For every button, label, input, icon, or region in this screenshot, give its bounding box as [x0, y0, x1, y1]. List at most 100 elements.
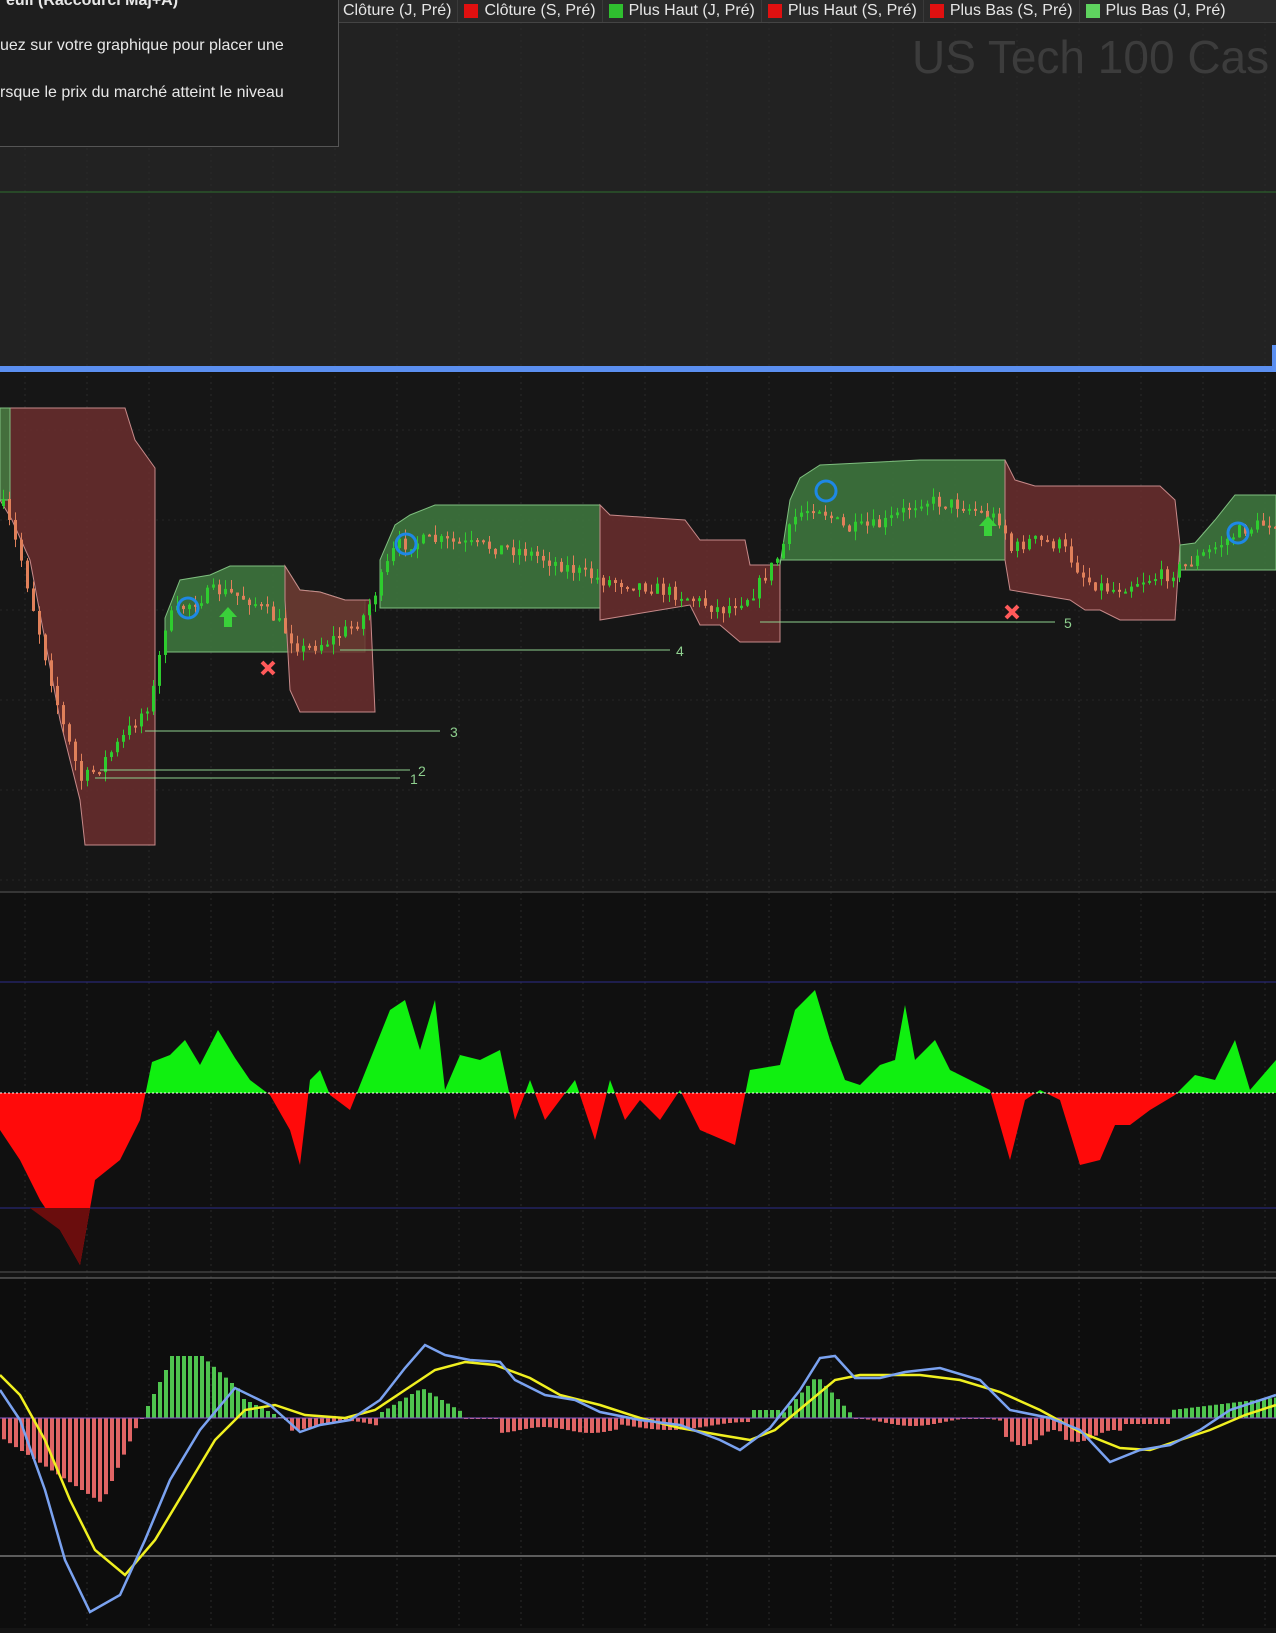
candle-body — [968, 508, 971, 511]
candle-body — [626, 587, 629, 590]
chart-canvas[interactable]: 1 2 3 4 5 — [0, 0, 1276, 1628]
candle-body — [644, 583, 647, 592]
candle-body — [734, 606, 737, 609]
macd-histogram-bar — [122, 1418, 126, 1455]
legend-item-close-day[interactable]: Clôture (J, Pré) — [336, 0, 457, 22]
legend-label: Clôture (S, Pré) — [484, 2, 596, 19]
macd-histogram-bar — [1178, 1409, 1182, 1418]
tooltip-line-2: rsque le prix du marché atteint le nivea… — [0, 84, 284, 101]
candle-body — [368, 604, 371, 616]
macd-histogram-bar — [728, 1418, 732, 1424]
macd-histogram-bar — [614, 1418, 618, 1430]
candle-body — [1154, 579, 1157, 582]
candle-body — [1016, 541, 1019, 551]
candle-body — [842, 517, 845, 526]
candle-body — [776, 558, 779, 563]
candle-body — [956, 499, 959, 509]
macd-histogram-bar — [110, 1418, 114, 1481]
legend-item-high-week[interactable]: Plus Haut (S, Pré) — [760, 0, 923, 22]
macd-histogram-bar — [602, 1418, 606, 1432]
candle-body — [1076, 562, 1079, 573]
legend-item-high-day[interactable]: Plus Haut (J, Pré) — [601, 0, 761, 22]
macd-histogram-bar — [62, 1418, 66, 1479]
candle-body — [446, 536, 449, 539]
candle-body — [1238, 525, 1241, 538]
candle-body — [680, 598, 683, 601]
candle-body — [902, 507, 905, 513]
candle-body — [596, 577, 599, 580]
macd-histogram-bar — [452, 1407, 456, 1418]
macd-histogram-bar — [176, 1356, 180, 1418]
legend-item-close-week[interactable]: Clôture (S, Pré) — [457, 0, 601, 22]
candle-body — [224, 588, 227, 595]
macd-histogram-bar — [1112, 1418, 1116, 1431]
candle-body — [704, 598, 707, 606]
candle-body — [602, 577, 605, 586]
macd-histogram-bar — [1184, 1408, 1188, 1418]
macd-histogram-bar — [1154, 1418, 1158, 1424]
candle-body — [68, 724, 71, 742]
candle-body — [938, 496, 941, 507]
candle-body — [722, 607, 725, 614]
candle-body — [782, 543, 785, 559]
macd-histogram-bar — [1130, 1418, 1134, 1424]
candle-body — [266, 604, 269, 607]
macd-histogram-bar — [1142, 1418, 1146, 1424]
macd-histogram-bar — [1046, 1418, 1050, 1432]
candle-body — [980, 510, 983, 513]
candle-body — [272, 606, 275, 621]
candle-body — [32, 588, 35, 611]
candle-body — [662, 583, 665, 595]
candle-body — [1172, 577, 1175, 582]
legend-item-low-day[interactable]: Plus Bas (J, Pré) — [1078, 0, 1232, 22]
candle-body — [458, 541, 461, 544]
candle-body — [746, 600, 749, 606]
macd-histogram-bar — [446, 1403, 450, 1418]
macd-histogram-bar — [1136, 1418, 1140, 1424]
macd-histogram-bar — [1124, 1418, 1128, 1424]
legend-swatch — [929, 4, 944, 18]
candle-body — [1268, 525, 1271, 528]
candle-body — [20, 539, 23, 561]
macd-histogram-bar — [914, 1418, 918, 1426]
tooltip-line-1: uez sur votre graphique pour placer une — [0, 37, 284, 54]
trading-chart[interactable]: 12 3 4 5 US Tech 100 Cas Clôture (J, Pré) C… — [0, 0, 1276, 1628]
legend-item-low-week[interactable]: Plus Bas (S, Pré) — [922, 0, 1079, 22]
candle-body — [1262, 520, 1265, 526]
macd-histogram-bar — [98, 1418, 102, 1502]
candle-body — [470, 540, 473, 543]
macd-histogram-bar — [1094, 1418, 1098, 1436]
candle-body — [1082, 572, 1085, 578]
candle-body — [242, 595, 245, 600]
candle-body — [122, 734, 125, 742]
macd-histogram-bar — [266, 1411, 270, 1418]
macd-histogram-bar — [362, 1418, 366, 1423]
macd-histogram-bar — [434, 1396, 438, 1418]
macd-histogram-bar — [146, 1406, 150, 1418]
macd-histogram-bar — [704, 1418, 708, 1427]
macd-histogram-bar — [8, 1418, 12, 1444]
macd-histogram-bar — [152, 1394, 156, 1418]
legend-label: Clôture (J, Pré) — [343, 2, 452, 19]
candle-body — [230, 588, 233, 593]
candle-body — [1100, 583, 1103, 591]
macd-histogram-bar — [380, 1412, 384, 1418]
candle-body — [674, 586, 677, 600]
macd-histogram-bar — [1070, 1418, 1074, 1442]
macd-histogram-bar — [410, 1394, 414, 1418]
macd-histogram-bar — [848, 1412, 852, 1418]
candle-body — [518, 548, 521, 556]
candle-body — [692, 598, 695, 602]
candle-body — [362, 615, 365, 629]
candle-body — [962, 508, 965, 511]
candle-body — [1250, 529, 1253, 534]
macd-histogram-bar — [392, 1404, 396, 1418]
candle-body — [332, 636, 335, 645]
candle-body — [1058, 539, 1061, 549]
candle-body — [1064, 539, 1067, 547]
candle-body — [380, 572, 383, 596]
candle-body — [1166, 569, 1169, 582]
macd-histogram-bar — [194, 1356, 198, 1418]
macd-histogram-bar — [902, 1418, 906, 1426]
macd-histogram-bar — [374, 1418, 378, 1426]
